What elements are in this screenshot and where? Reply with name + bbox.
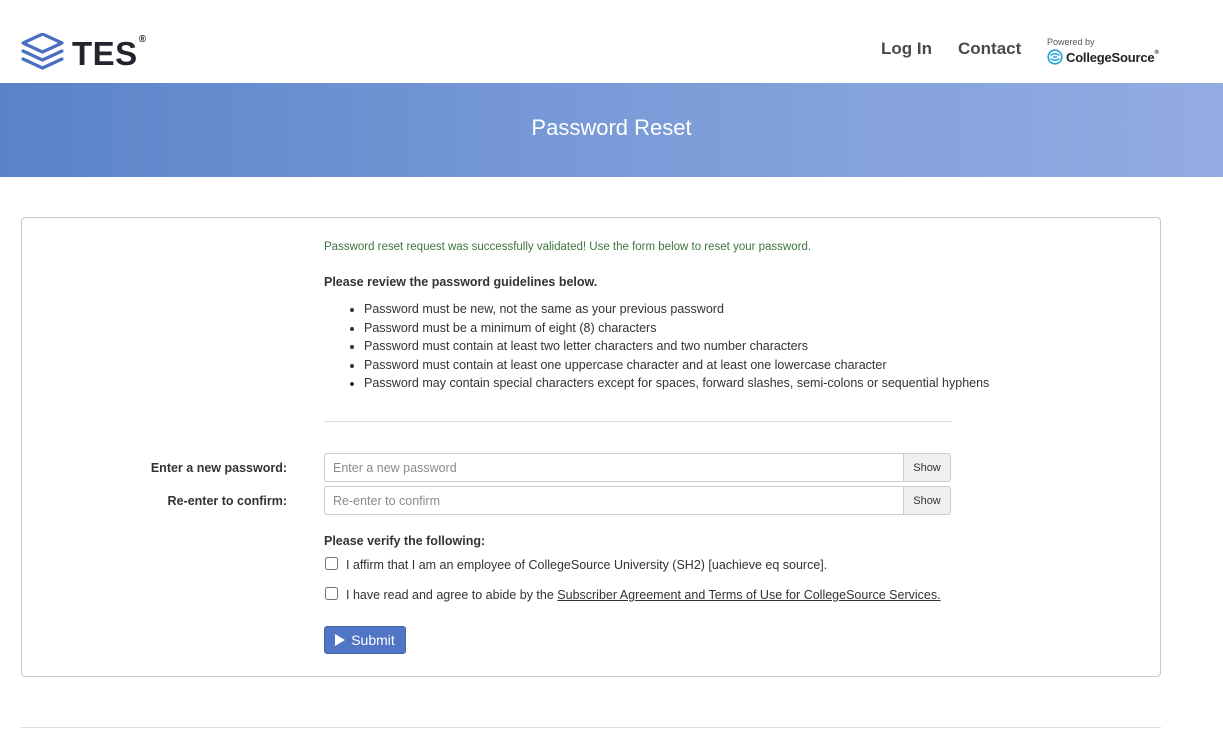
nav-contact-link[interactable]: Contact [958,39,1021,59]
affirm-employee-checkbox[interactable] [325,556,338,570]
guidelines-list: Password must be new, not the same as yo… [324,300,989,393]
new-password-input[interactable] [324,453,903,482]
new-password-group: Show [324,453,951,482]
play-icon [335,634,346,646]
agree-terms-text: I have read and agree to abide by the Su… [346,588,941,602]
affirm-employee-row: I affirm that I am an employee of Colleg… [324,556,828,572]
powered-by-label: Powered by [1047,37,1095,47]
page-banner: Password Reset [0,83,1223,177]
agree-terms-checkbox[interactable] [325,586,338,600]
show-new-password-button[interactable]: Show [903,453,951,482]
submit-label: Submit [351,632,395,648]
guideline-item: Password may contain special characters … [364,374,989,393]
guideline-item: Password must contain at least one upper… [364,356,989,375]
confirm-password-group: Show [324,486,951,515]
guideline-item: Password must be new, not the same as yo… [364,300,989,319]
submit-button[interactable]: Submit [324,626,406,654]
divider [324,421,952,422]
guidelines-title: Please review the password guidelines be… [324,275,598,289]
powered-by-collegesource[interactable]: Powered by CollegeSource® [1047,37,1159,65]
footer-divider [21,727,1161,728]
collegesource-logo-icon [1047,49,1063,65]
guideline-item: Password must contain at least two lette… [364,337,989,356]
collegesource-name: CollegeSource® [1066,49,1159,65]
agree-terms-row: I have read and agree to abide by the Su… [324,586,941,602]
top-bar: TES® Log In Contact Powered by CollegeSo… [0,0,1223,83]
tes-logo[interactable]: TES® [21,33,147,71]
confirm-password-label: Re-enter to confirm: [167,494,287,508]
tes-logo-icon [21,33,64,70]
password-reset-card: Password reset request was successfully … [21,217,1161,677]
guideline-item: Password must be a minimum of eight (8) … [364,319,989,338]
page-title: Password Reset [531,115,692,140]
success-message: Password reset request was successfully … [324,241,812,253]
verify-title: Please verify the following: [324,534,486,548]
affirm-employee-text: I affirm that I am an employee of Colleg… [346,558,828,572]
confirm-password-input[interactable] [324,486,903,515]
show-confirm-password-button[interactable]: Show [903,486,951,515]
agree-terms-prefix: I have read and agree to abide by the [346,588,558,602]
subscriber-agreement-link[interactable]: Subscriber Agreement and Terms of Use fo… [557,588,940,602]
nav-login-link[interactable]: Log In [881,39,932,59]
logo-text: TES® [72,33,147,72]
new-password-label: Enter a new password: [150,461,287,475]
